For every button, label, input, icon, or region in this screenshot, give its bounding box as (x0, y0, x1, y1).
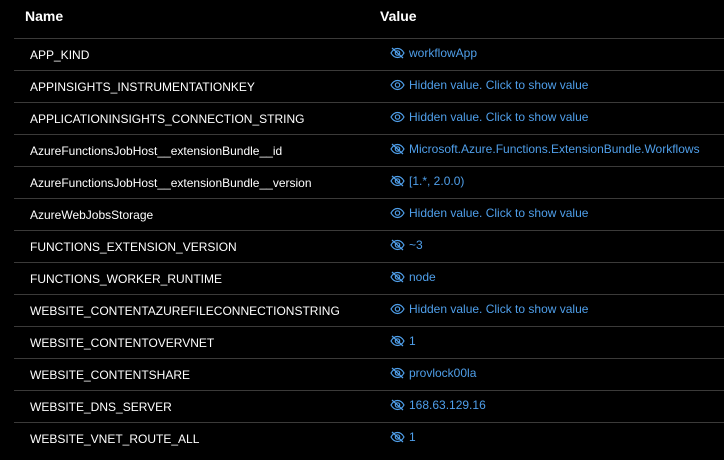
setting-value-link[interactable]: ~3 (390, 238, 423, 252)
setting-value-text: [1.*, 2.0.0) (409, 174, 465, 188)
setting-value-text: 1 (409, 334, 416, 348)
eye-icon[interactable] (390, 303, 405, 315)
setting-value-text: provlock00la (409, 366, 477, 380)
eye-slash-icon[interactable] (390, 239, 405, 251)
eye-slash-icon[interactable] (390, 143, 405, 155)
setting-value-link[interactable]: provlock00la (390, 366, 476, 380)
setting-value-link[interactable]: 168.63.129.16 (390, 398, 486, 412)
setting-name: WEBSITE_CONTENTSHARE (30, 368, 191, 382)
eye-slash-icon[interactable] (390, 335, 405, 347)
setting-name: AzureWebJobsStorage (30, 208, 154, 222)
table-row: FUNCTIONS_EXTENSION_VERSION ~3 (14, 230, 724, 262)
setting-name: WEBSITE_VNET_ROUTE_ALL (30, 432, 200, 446)
table-row: AzureFunctionsJobHost__extensionBundle__… (14, 166, 724, 198)
table-row: APPLICATIONINSIGHTS_CONNECTION_STRING Hid… (14, 102, 724, 134)
setting-value-link[interactable]: node (390, 270, 436, 284)
setting-value-text: Hidden value. Click to show value (409, 110, 589, 124)
setting-name: AzureFunctionsJobHost__extensionBundle__… (30, 144, 283, 158)
setting-name: APP_KIND (30, 48, 90, 62)
setting-value-link[interactable]: Hidden value. Click to show value (390, 302, 588, 316)
setting-value-link[interactable]: 1 (390, 430, 416, 444)
setting-value-link[interactable]: Hidden value. Click to show value (390, 110, 588, 124)
table-row: WEBSITE_CONTENTSHARE provlock00la (14, 358, 724, 390)
table-row: WEBSITE_CONTENTAZUREFILECONNECTIONSTRING… (14, 294, 724, 326)
eye-slash-icon[interactable] (390, 271, 405, 283)
setting-name: APPINSIGHTS_INSTRUMENTATIONKEY (30, 80, 255, 94)
setting-name: FUNCTIONS_WORKER_RUNTIME (30, 272, 223, 286)
table-row: WEBSITE_VNET_ROUTE_ALL 1 (14, 422, 724, 454)
eye-icon[interactable] (390, 207, 405, 219)
setting-value-text: Hidden value. Click to show value (409, 302, 589, 316)
setting-name: AzureFunctionsJobHost__extensionBundle__… (30, 176, 312, 190)
setting-value-text: ~3 (409, 238, 423, 252)
setting-value-text: workflowApp (409, 46, 478, 60)
table-row: WEBSITE_CONTENTOVERVNET 1 (14, 326, 724, 358)
eye-slash-icon[interactable] (390, 399, 405, 411)
table-header: Name Value (0, 0, 724, 38)
setting-value-text: node (409, 270, 436, 284)
setting-value-text: 168.63.129.16 (409, 398, 486, 412)
setting-value-link[interactable]: Microsoft.Azure.Functions.ExtensionBundl… (390, 142, 700, 156)
setting-value-text: Hidden value. Click to show value (409, 206, 589, 220)
setting-value-text: Hidden value. Click to show value (409, 78, 589, 92)
setting-value-text: Microsoft.Azure.Functions.ExtensionBundl… (409, 142, 700, 156)
setting-name: WEBSITE_CONTENTOVERVNET (30, 336, 215, 350)
setting-name: APPLICATIONINSIGHTS_CONNECTION_STRING (30, 112, 305, 126)
table-row: APP_KIND workflowApp (14, 38, 724, 70)
setting-name: FUNCTIONS_EXTENSION_VERSION (30, 240, 237, 254)
eye-icon[interactable] (390, 111, 405, 123)
eye-slash-icon[interactable] (390, 431, 405, 443)
table-row: AzureWebJobsStorage Hidden value. Click t… (14, 198, 724, 230)
app-settings-table: Name Value APP_KIND workflowApp APPINSIGHT… (0, 0, 724, 460)
column-header-value[interactable]: Value (380, 8, 417, 24)
setting-name: WEBSITE_CONTENTAZUREFILECONNECTIONSTRING (30, 304, 340, 318)
eye-slash-icon[interactable] (390, 175, 405, 187)
eye-slash-icon[interactable] (390, 47, 405, 59)
table-row: APPINSIGHTS_INSTRUMENTATIONKEY Hidden val… (14, 70, 724, 102)
table-row: AzureFunctionsJobHost__extensionBundle__… (14, 134, 724, 166)
eye-slash-icon[interactable] (390, 367, 405, 379)
table-row: WEBSITE_DNS_SERVER 168.63.129.16 (14, 390, 724, 422)
eye-icon[interactable] (390, 79, 405, 91)
column-header-name[interactable]: Name (25, 8, 63, 24)
setting-value-link[interactable]: [1.*, 2.0.0) (390, 174, 464, 188)
setting-value-link[interactable]: Hidden value. Click to show value (390, 78, 588, 92)
setting-name: WEBSITE_DNS_SERVER (30, 400, 172, 414)
table-row: FUNCTIONS_WORKER_RUNTIME node (14, 262, 724, 294)
settings-rows: APP_KIND workflowApp APPINSIGHTS_INSTRUMEN… (0, 38, 724, 454)
setting-value-link[interactable]: 1 (390, 334, 416, 348)
setting-value-link[interactable]: Hidden value. Click to show value (390, 206, 588, 220)
setting-value-text: 1 (409, 430, 416, 444)
setting-value-link[interactable]: workflowApp (390, 46, 477, 60)
